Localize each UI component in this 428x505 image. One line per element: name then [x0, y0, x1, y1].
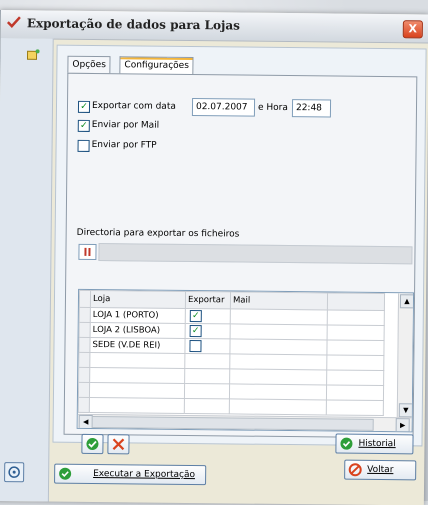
send-mail-checkbox[interactable]: ✓ — [77, 119, 90, 132]
col-empty — [327, 292, 385, 311]
confirm-button[interactable] — [81, 433, 104, 455]
export-dialog: Exportação de dados para Lojas X Opções … — [0, 10, 428, 505]
exportar-checkbox[interactable]: ✓ — [189, 325, 202, 338]
row-selector[interactable] — [78, 337, 91, 353]
left-sidebar — [0, 38, 54, 502]
cell-loja[interactable]: LOJA 2 (LISBOA) — [90, 322, 186, 339]
horizontal-scrollbar[interactable]: ◀ ▶ — [77, 413, 412, 433]
delete-button[interactable] — [107, 434, 130, 455]
cell-mail[interactable] — [230, 323, 328, 340]
col-mail[interactable]: Mail — [230, 291, 328, 310]
row-selector[interactable] — [79, 322, 91, 338]
send-ftp-checkbox[interactable] — [77, 139, 90, 152]
help-button[interactable] — [4, 462, 25, 483]
back-cancel-icon — [348, 463, 362, 477]
help-icon — [8, 466, 20, 478]
col-exportar[interactable]: Exportar — [185, 291, 231, 309]
main-panel: Opções Configurações ✓ Exportar com data… — [52, 44, 427, 455]
row-selector-header — [79, 290, 91, 308]
exportar-checkbox[interactable]: ✓ — [189, 310, 202, 323]
voltar-button[interactable]: Voltar — [344, 459, 417, 481]
cell-empty — [327, 309, 385, 326]
scroll-right-icon[interactable]: ▶ — [395, 418, 410, 433]
export-date-field[interactable]: 02.07.2007 — [191, 98, 256, 117]
execute-check-icon — [59, 467, 72, 480]
configuracoes-page: ✓ Exportar com data 02.07.2007 e Hora 22… — [63, 72, 418, 439]
wizard-icon — [26, 49, 40, 60]
cell-loja[interactable]: SEDE (V.DE REI) — [89, 337, 186, 354]
table-row — [78, 397, 384, 416]
vertical-scrollbar[interactable]: ▲ ▼ — [396, 293, 415, 418]
history-icon — [340, 437, 353, 450]
browse-directory-button[interactable] — [78, 243, 97, 261]
cell-exportar[interactable] — [184, 338, 231, 354]
exportar-checkbox[interactable] — [189, 340, 202, 353]
tab-opcoes[interactable]: Opções — [67, 55, 112, 75]
cell-loja[interactable]: LOJA 1 (PORTO) — [90, 307, 186, 324]
cell-mail[interactable] — [229, 338, 328, 355]
send-mail-label: Enviar por Mail — [91, 119, 160, 131]
send-ftp-label: Enviar por FTP — [91, 139, 157, 151]
export-date-checkbox[interactable]: ✓ — [77, 100, 91, 113]
scroll-up-icon[interactable]: ▲ — [399, 294, 415, 309]
scroll-down-icon[interactable]: ▼ — [398, 403, 413, 418]
app-check-icon — [6, 16, 21, 28]
stores-table: Loja Exportar Mail LOJA 1 (PORTO) ✓ LOJA… — [78, 290, 385, 416]
title-bar: Exportação de dados para Lojas X — [0, 10, 428, 44]
close-button[interactable]: X — [402, 20, 423, 39]
col-loja[interactable]: Loja — [90, 290, 186, 309]
directory-label: Directoria para exportar os ficheiros — [76, 227, 240, 240]
historial-label: Historial — [358, 438, 396, 450]
export-date-label: Exportar com data — [91, 100, 176, 112]
cell-exportar[interactable]: ✓ — [185, 323, 231, 339]
stores-grid: Loja Exportar Mail LOJA 1 (PORTO) ✓ LOJA… — [76, 288, 415, 433]
hour-label: e Hora — [257, 102, 288, 114]
hour-field[interactable]: 22:48 — [291, 99, 332, 118]
executar-exportacao-button[interactable]: Executar a Exportação — [54, 463, 207, 486]
cell-exportar[interactable]: ✓ — [185, 308, 231, 324]
horizontal-scroll-thumb[interactable] — [91, 415, 374, 431]
window-title: Exportação de dados para Lojas — [26, 16, 240, 33]
cell-mail[interactable] — [230, 308, 328, 325]
folder-icon — [84, 247, 91, 256]
row-selector[interactable] — [79, 307, 91, 323]
check-icon — [86, 437, 99, 450]
executar-label: Executar a Exportação — [93, 469, 196, 481]
directory-field[interactable] — [98, 243, 413, 265]
cell-empty — [326, 339, 385, 356]
cell-empty — [327, 324, 385, 341]
voltar-label: Voltar — [367, 464, 394, 476]
delete-x-icon — [112, 438, 125, 451]
tab-configuracoes[interactable]: Configurações — [119, 56, 195, 76]
historial-button[interactable]: Historial — [335, 433, 414, 455]
